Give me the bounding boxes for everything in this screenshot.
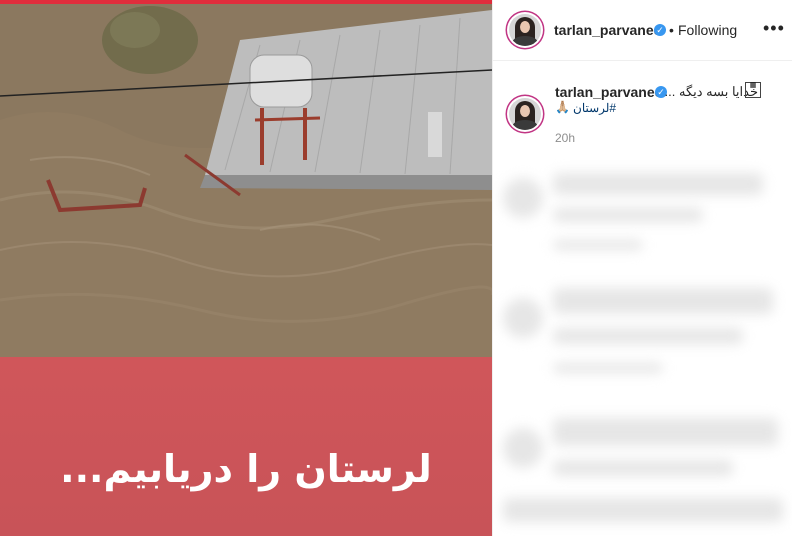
- flood-photo-illustration: [0, 0, 492, 357]
- post-banner: لرستان را دریابیم...: [0, 357, 492, 536]
- header-separator: •: [669, 22, 674, 38]
- flood-photo: [0, 0, 492, 357]
- following-button[interactable]: Following: [678, 22, 737, 38]
- pray-emoji-icon: 🙏🏼: [555, 100, 570, 114]
- post-header: tarlan_parvanee ✓ • Following •••: [493, 0, 792, 61]
- author-avatar[interactable]: [509, 14, 541, 46]
- caption-text: خدایا بسه دیگه ...: [664, 84, 758, 99]
- flag-emoji-icon: ▦: [745, 82, 761, 98]
- more-options-icon[interactable]: •••: [763, 18, 785, 39]
- post-image[interactable]: لرستان را دریابیم...: [0, 0, 492, 536]
- header-username[interactable]: tarlan_parvanee: [554, 22, 661, 38]
- caption-avatar[interactable]: [509, 98, 541, 130]
- blurred-comments-area: [493, 148, 792, 536]
- post-sidebar: tarlan_parvanee ✓ • Following ••• tarlan…: [492, 0, 792, 536]
- verified-icon: ✓: [654, 24, 666, 36]
- banner-text: لرستان را دریابیم...: [60, 447, 432, 491]
- post-time[interactable]: 20h: [555, 131, 575, 145]
- top-red-bar: [0, 0, 492, 4]
- caption-hashtag[interactable]: #لرستان: [573, 101, 616, 115]
